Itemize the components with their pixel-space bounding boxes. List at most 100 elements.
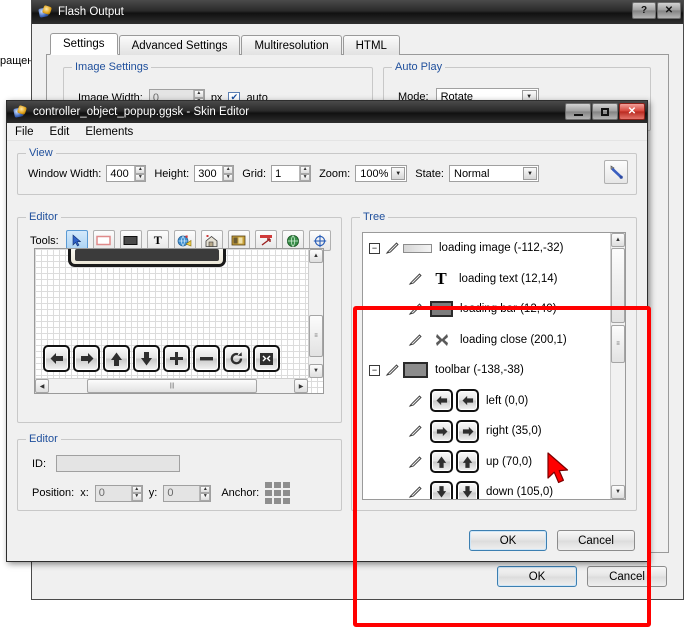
maximize-icon[interactable] [592,103,618,120]
tree-legend: Tree [360,211,389,223]
tree-row-down[interactable]: down (105,0) [363,477,625,499]
position-y-value: 0 [167,487,174,499]
skin-cancel-button[interactable]: Cancel [557,530,635,551]
wrench-screwdriver-icon [610,165,623,179]
skin-close-icon[interactable]: ✕ [619,103,645,120]
menu-edit[interactable]: Edit [50,126,70,138]
position-y-stepper[interactable]: ▲ ▼ [199,485,211,501]
down-arrow-icon [430,480,479,499]
height-value: 300 [198,167,217,180]
flash-output-titlebar[interactable]: Flash Output ? ✕ [32,0,683,24]
tree-group: Tree − loading image (-112,-32) T loadin… [351,211,637,511]
tree-vertical-scroll-thumb[interactable]: ≡ [611,325,625,363]
skin-canvas[interactable]: ▲ ≡ ▼ ◀ ||| ▶ [34,248,324,394]
skin-editor-menubar: File Edit Elements [7,123,647,141]
tab-html[interactable]: HTML [342,35,400,55]
flash-app-icon [38,5,53,20]
id-input[interactable] [56,455,181,472]
height-input[interactable]: 300 ▲ ▼ [194,165,235,182]
grid-stepper[interactable]: ▲ ▼ [299,166,311,181]
right-arrow-icon [430,419,479,443]
canvas-scroll-down-button[interactable]: ▼ [309,364,323,378]
canvas-horizontal-scrollbar[interactable]: ◀ ||| ▶ [35,378,308,393]
window-width-input[interactable]: 400 ▲ ▼ [106,165,147,182]
canvas-vertical-scrollbar[interactable]: ▲ ≡ ▼ [308,249,323,378]
tree-vertical-scrollbar[interactable]: ▲ ≡ ▼ [610,233,625,499]
height-label: Height: [154,167,190,180]
flash-ok-button[interactable]: OK [497,566,577,587]
flash-cancel-button[interactable]: Cancel [587,566,667,587]
state-label: State: [415,167,444,180]
canvas-left-arrow-button[interactable] [43,345,70,372]
editor-canvas-legend: Editor [26,211,61,223]
minimize-icon[interactable] [565,103,591,120]
loading-image-icon [403,243,432,253]
expander-icon[interactable]: − [369,242,380,254]
tree-row-up[interactable]: up (70,0) [363,447,625,478]
position-x-stepper[interactable]: ▲ ▼ [130,485,142,501]
anchor-grid-icon[interactable] [265,482,291,504]
close-icon[interactable]: ✕ [657,2,681,19]
skin-tools-button[interactable] [604,160,628,184]
skin-dialog-buttons: OK Cancel [469,530,635,551]
canvas-scroll-right-button[interactable]: ▶ [294,379,308,393]
tree-row-loading-image[interactable]: − loading image (-112,-32) [363,233,625,264]
state-chevron-down-icon[interactable]: ▼ [523,167,537,180]
tree-item-label: left (0,0) [486,394,529,407]
grid-input[interactable]: 1 ▲ ▼ [271,165,312,182]
pencil-icon [408,333,423,347]
position-y-input[interactable]: 0 ▲ ▼ [163,484,212,502]
position-x-input[interactable]: 0 ▲ ▼ [94,484,143,502]
tree-item-label: loading text (12,14) [459,272,558,285]
canvas-scroll-up-button[interactable]: ▲ [309,249,323,263]
tools-label: Tools: [30,234,59,247]
tree-scroll-thumb-top[interactable] [611,248,625,323]
tab-multiresolution[interactable]: Multiresolution [241,35,342,55]
tree-item-label: loading image (-112,-32) [439,242,564,255]
tab-settings[interactable]: Settings [50,33,118,55]
zoom-chevron-down-icon[interactable]: ▼ [391,167,406,180]
tree-row-right[interactable]: right (35,0) [363,416,625,447]
window-width-label: Window Width: [28,167,102,180]
help-button[interactable]: ? [632,2,656,19]
canvas-down-arrow-button[interactable] [133,345,160,372]
grid-value: 1 [275,167,282,180]
canvas-rotate-button[interactable] [223,345,250,372]
height-stepper[interactable]: ▲ ▼ [222,166,234,181]
flash-output-tabstrip: Settings Advanced Settings Multiresoluti… [50,33,669,55]
window-width-stepper[interactable]: ▲ ▼ [134,166,146,181]
view-group: View Window Width: 400 ▲ ▼ Height: 300 ▲ ▼… [17,147,637,195]
canvas-scroll-left-button[interactable]: ◀ [35,379,49,393]
tree-scroll-down-button[interactable]: ▼ [611,485,625,499]
tree-row-left[interactable]: left (0,0) [363,386,625,417]
canvas-plus-button[interactable] [163,345,190,372]
tree-row-loading-text[interactable]: T loading text (12,14) [363,264,625,295]
skin-editor-window: controller_object_popup.ggsk - Skin Edit… [6,100,651,627]
position-x-label: x: [80,487,89,499]
id-label: ID: [32,457,47,470]
tree-list[interactable]: − loading image (-112,-32) T loading tex… [362,232,626,500]
tab-advanced-settings[interactable]: Advanced Settings [118,35,241,55]
tree-row-loading-bar[interactable]: loading bar (12,40) [363,294,625,325]
menu-elements[interactable]: Elements [85,126,133,138]
tree-row-loading-close[interactable]: loading close (200,1) [363,325,625,356]
expander-icon[interactable]: − [369,364,380,376]
state-select[interactable]: Normal ▼ [449,165,539,182]
skin-ok-button[interactable]: OK [469,530,547,551]
canvas-minus-button[interactable] [193,345,220,372]
canvas-vertical-scroll-thumb[interactable]: ≡ [309,315,323,357]
skin-editor-titlebar[interactable]: controller_object_popup.ggsk - Skin Edit… [7,101,647,123]
tree-item-label: loading bar (12,40) [460,303,557,316]
canvas-loading-bar[interactable] [68,249,226,267]
tree-row-toolbar[interactable]: − toolbar (-138,-38) [363,355,625,386]
canvas-horizontal-scroll-thumb[interactable]: ||| [87,379,257,393]
canvas-fullscreen-button[interactable] [253,345,280,372]
canvas-right-arrow-button[interactable] [73,345,100,372]
auto-play-legend: Auto Play [392,61,446,73]
menu-file[interactable]: File [15,126,34,138]
canvas-up-arrow-button[interactable] [103,345,130,372]
skin-editor-app-icon [13,105,28,120]
tree-scroll-up-button[interactable]: ▲ [611,233,625,247]
zoom-select[interactable]: 100% ▼ [355,165,408,182]
flash-output-dialog-buttons: OK Cancel [497,566,667,587]
